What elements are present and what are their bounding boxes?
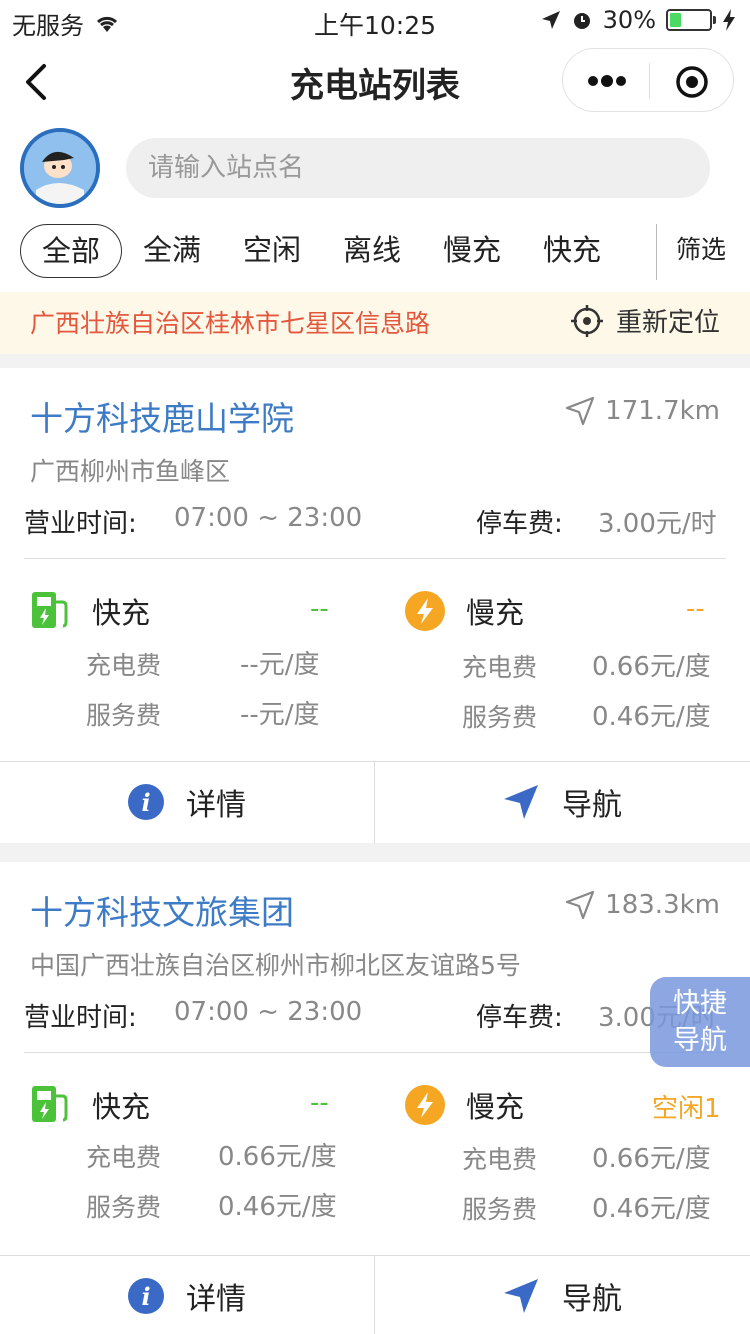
station-distance: 183.3km <box>565 890 720 920</box>
location-arrow-icon <box>541 11 560 29</box>
filter-button[interactable]: 筛选 <box>676 224 726 276</box>
avatar[interactable] <box>20 128 100 208</box>
station-distance: 171.7km <box>565 396 720 426</box>
detail-label: 详情 <box>186 1282 246 1317</box>
tab-full[interactable]: 全满 <box>132 224 212 278</box>
search-row <box>0 124 750 214</box>
fast-charge-label: 快充 <box>92 596 151 630</box>
battery-icon <box>666 9 716 31</box>
info-icon: i <box>128 1278 164 1314</box>
detail-button[interactable]: i 详情 <box>0 1256 374 1334</box>
fast-charge-fee-value: 0.66元/度 <box>218 1142 337 1172</box>
detail-button[interactable]: i 详情 <box>0 762 374 842</box>
fast-charge-fee-value: --元/度 <box>240 650 320 680</box>
hours-label: 营业时间: <box>24 509 137 539</box>
tab-offline[interactable]: 离线 <box>332 224 412 278</box>
slow-charge-fee-label: 充电费 <box>462 653 538 682</box>
slow-charge-fee-value: 0.66元/度 <box>592 1144 711 1174</box>
info-icon: i <box>128 784 164 820</box>
fast-charge-pump-icon <box>32 1086 68 1122</box>
filter-tabs: 全部 全满 空闲 离线 慢充 快充 筛选 <box>0 214 750 292</box>
slow-charge-fee-label: 充电费 <box>462 1145 538 1174</box>
direction-arrow-icon <box>566 396 595 426</box>
search-input[interactable] <box>126 138 710 198</box>
slow-service-fee-label: 服务费 <box>462 703 538 732</box>
quick-nav-line1: 快捷 <box>673 988 727 1019</box>
tabs-divider <box>656 224 657 280</box>
slow-charge-bolt-icon <box>405 591 445 631</box>
card-actions: i 详情 导航 <box>0 1255 750 1334</box>
navigate-label: 导航 <box>562 788 622 823</box>
current-location: 广西壮族自治区桂林市七星区信息路 <box>30 309 431 338</box>
slow-service-fee-value: 0.46元/度 <box>592 1194 711 1224</box>
station-address: 广西柳州市鱼峰区 <box>30 457 231 486</box>
distance-value: 183.3km <box>605 890 720 920</box>
detail-label: 详情 <box>186 788 246 823</box>
navigation-arrow-icon <box>504 1279 538 1313</box>
location-banner: 广西壮族自治区桂林市七星区信息路 重新定位 <box>0 292 750 354</box>
fast-service-fee-value: --元/度 <box>240 700 320 730</box>
mini-program-capsule <box>562 48 734 112</box>
divider <box>24 558 726 559</box>
parking-fee-label: 停车费: <box>476 509 563 539</box>
relocate-label: 重新定位 <box>615 308 720 338</box>
slow-service-fee-label: 服务费 <box>462 1195 538 1224</box>
fast-service-fee-label: 服务费 <box>86 701 162 730</box>
close-miniprogram-icon[interactable] <box>675 65 709 99</box>
fast-service-fee-value: 0.46元/度 <box>218 1192 337 1222</box>
distance-value: 171.7km <box>605 396 720 426</box>
charging-bolt-icon <box>723 9 735 31</box>
slow-charge-label: 慢充 <box>466 1090 525 1124</box>
slow-charge-status: -- <box>686 594 705 624</box>
fast-charge-pump-icon <box>32 592 68 628</box>
hours-value: 07:00 ~ 23:00 <box>174 997 363 1027</box>
slow-charge-status: 空闲1 <box>652 1094 721 1124</box>
slow-service-fee-value: 0.46元/度 <box>592 702 711 732</box>
direction-arrow-icon <box>566 890 595 920</box>
slow-charge-bolt-icon <box>405 1085 445 1125</box>
fast-charge-status: -- <box>310 594 329 624</box>
fast-charge-label: 快充 <box>92 1090 151 1124</box>
card-actions: i 详情 导航 <box>0 761 750 844</box>
fast-charge-fee-label: 充电费 <box>86 1143 162 1172</box>
navigate-label: 导航 <box>562 1282 622 1317</box>
locate-crosshair-icon <box>570 304 603 337</box>
tab-slow-charge[interactable]: 慢充 <box>432 224 512 278</box>
navigate-button[interactable]: 导航 <box>375 762 749 842</box>
navigation-arrow-icon <box>504 785 538 819</box>
status-bar: 无服务 上午10:25 30% <box>0 0 750 40</box>
station-name[interactable]: 十方科技文旅集团 <box>30 886 294 934</box>
station-address: 中国广西壮族自治区柳州市柳北区友谊路5号 <box>30 951 521 980</box>
station-name[interactable]: 十方科技鹿山学院 <box>30 392 294 440</box>
hours-value: 07:00 ~ 23:00 <box>174 503 363 533</box>
more-icon[interactable] <box>587 69 627 93</box>
station-card[interactable]: 十方科技鹿山学院 171.7km 广西柳州市鱼峰区 营业时间: 07:00 ~ … <box>0 368 750 844</box>
fast-service-fee-label: 服务费 <box>86 1193 162 1222</box>
quick-nav-line2: 导航 <box>673 1025 727 1056</box>
hours-label: 营业时间: <box>24 1003 137 1033</box>
slow-charge-label: 慢充 <box>466 596 525 630</box>
fast-charge-fee-label: 充电费 <box>86 651 162 680</box>
tab-idle[interactable]: 空闲 <box>232 224 312 278</box>
slow-charge-fee-value: 0.66元/度 <box>592 652 711 682</box>
tab-fast-charge[interactable]: 快充 <box>532 224 612 278</box>
quick-navigation-button[interactable]: 快捷 导航 <box>650 977 750 1067</box>
station-card[interactable]: 十方科技文旅集团 183.3km 中国广西壮族自治区柳州市柳北区友谊路5号 营业… <box>0 862 750 1334</box>
alarm-icon <box>573 13 590 29</box>
nav-bar: 充电站列表 <box>0 40 750 124</box>
battery-percent: 30% <box>602 6 656 34</box>
parking-fee-value: 3.00元/时 <box>598 509 717 539</box>
divider <box>24 1052 726 1053</box>
navigate-button[interactable]: 导航 <box>375 1256 749 1334</box>
tab-all[interactable]: 全部 <box>20 224 122 278</box>
fast-charge-status: -- <box>310 1088 329 1118</box>
relocate-button[interactable]: 重新定位 <box>570 302 720 339</box>
parking-fee-label: 停车费: <box>476 1003 563 1033</box>
capsule-divider <box>649 63 650 99</box>
